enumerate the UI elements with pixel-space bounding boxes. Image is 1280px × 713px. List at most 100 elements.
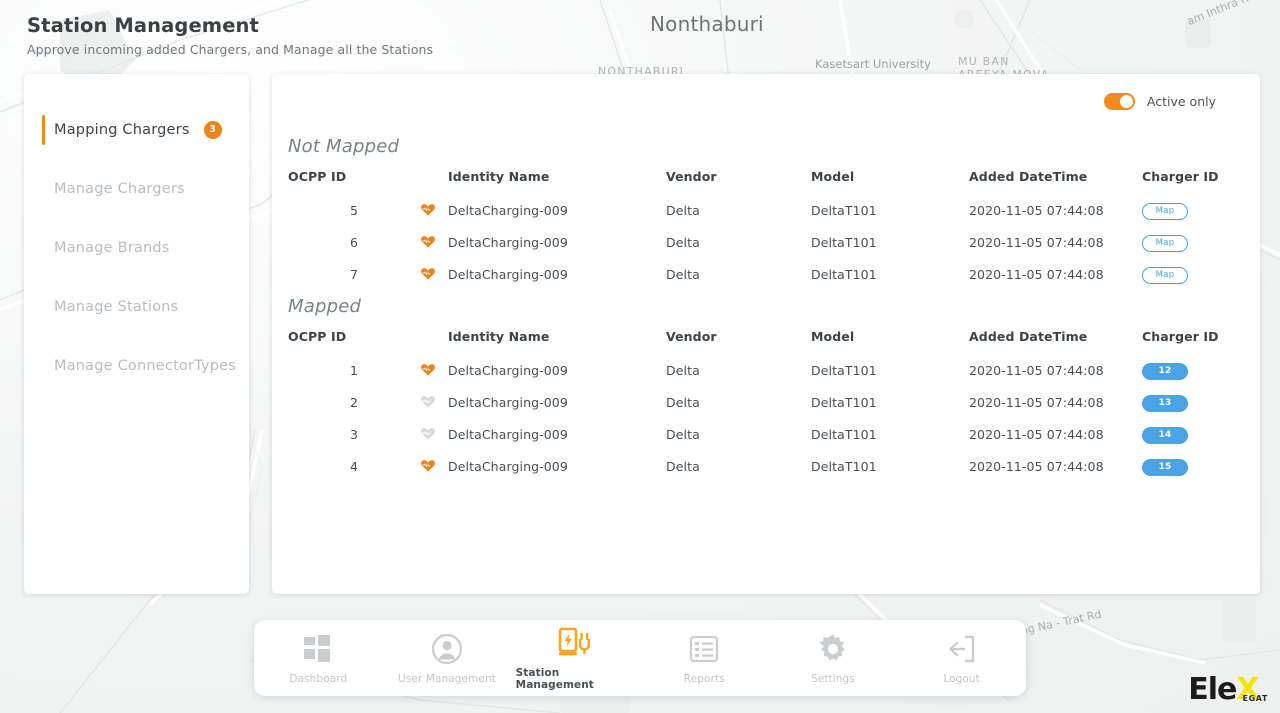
cell-identity-name: DeltaCharging-009 [448,419,666,451]
charger-id-badge[interactable]: 15 [1142,459,1188,476]
cell-ocpp-id: 4 [288,451,420,483]
brand-suffix: EGAT [1243,694,1268,703]
heartbeat-status-icon [420,419,448,451]
bottom-navigation: Dashboard User Management Station Manageme… [254,620,1026,696]
cell-added-datetime: 2020-11-05 07:44:08 [969,387,1142,419]
nav-station-management[interactable]: Station Management [516,622,636,694]
nav-label: Settings [811,673,855,685]
cell-charger-id: 12 [1142,355,1246,387]
nav-label: User Management [398,673,496,685]
map-button[interactable]: Map [1142,267,1188,284]
cell-identity-name: DeltaCharging-009 [448,195,666,227]
nav-label: Station Management [516,667,636,691]
section-not-mapped: Not Mapped OCPP IDIdentity NameVendorMode… [272,136,1260,291]
table-row: 4 DeltaCharging-009DeltaDeltaT1012020-11-… [288,451,1246,483]
dashboard-icon [303,632,333,666]
cell-vendor: Delta [666,259,811,291]
column-header-spacer [420,169,448,195]
table-row: 5 DeltaCharging-009DeltaDeltaT1012020-11-… [288,195,1246,227]
charger-id-badge[interactable]: 13 [1142,395,1188,412]
sidebar-active-indicator [42,115,45,145]
nav-user-management[interactable]: User Management [387,622,507,694]
table-row: 2DeltaCharging-009DeltaDeltaT1012020-11-… [288,387,1246,419]
nav-dashboard[interactable]: Dashboard [258,622,378,694]
map-button[interactable]: Map [1142,203,1188,220]
sidebar-item-manage-brands[interactable]: Manage Brands [24,218,249,277]
cell-charger-id: Map [1142,195,1246,227]
logout-icon [947,632,977,666]
cell-added-datetime: 2020-11-05 07:44:08 [969,419,1142,451]
heartbeat-status-icon [420,451,448,483]
charger-id-badge[interactable]: 12 [1142,363,1188,380]
heartbeat-status-icon [420,227,448,259]
cell-charger-id: Map [1142,259,1246,291]
cell-identity-name: DeltaCharging-009 [448,451,666,483]
page-header: Station Management Approve incoming adde… [27,14,433,57]
page-subtitle: Approve incoming added Chargers, and Man… [27,42,433,57]
page-title: Station Management [27,14,433,37]
sidebar-item-label: Manage Stations [54,299,178,315]
column-header: Added DateTime [969,329,1142,355]
list-icon [689,632,719,666]
cell-identity-name: DeltaCharging-009 [448,355,666,387]
cell-model: DeltaT101 [811,227,969,259]
sidebar-item-manage-stations[interactable]: Manage Stations [24,277,249,336]
column-header: Identity Name [448,329,666,355]
heartbeat-status-icon [420,387,448,419]
cell-model: DeltaT101 [811,259,969,291]
cell-added-datetime: 2020-11-05 07:44:08 [969,259,1142,291]
nav-label: Reports [684,673,725,685]
table-row: 1DeltaCharging-009DeltaDeltaT1012020-11-… [288,355,1246,387]
column-header: Vendor [666,169,811,195]
column-header: Vendor [666,329,811,355]
table-header-row: OCPP IDIdentity NameVendorModelAdded Dat… [288,329,1246,355]
sidebar-item-manage-connectortypes[interactable]: Manage ConnectorTypes [24,336,249,395]
cell-ocpp-id: 1 [288,355,420,387]
charger-table: OCPP IDIdentity NameVendorModelAdded Dat… [288,169,1246,291]
user-icon [431,632,463,666]
cell-vendor: Delta [666,195,811,227]
nav-reports[interactable]: Reports [644,622,764,694]
sidebar-item-label: Mapping Chargers [54,122,190,138]
brand-name-left: Ele [1188,672,1236,707]
cell-model: DeltaT101 [811,419,969,451]
cell-vendor: Delta [666,451,811,483]
content-card: Active only Not Mapped OCPP IDIdentity Na… [272,74,1260,594]
sidebar-item-label: Manage ConnectorTypes [54,358,236,374]
charger-table: OCPP IDIdentity NameVendorModelAdded Dat… [288,329,1246,483]
cell-model: DeltaT101 [811,451,969,483]
section-mapped: MappedOCPP IDIdentity NameVendorModelAdd… [272,296,1260,483]
section-title: Not Mapped [272,136,1260,157]
table-row: 6DeltaCharging-009DeltaDeltaT1012020-11-… [288,227,1246,259]
sidebar-item-badge: 3 [204,121,222,139]
charger-id-badge[interactable]: 14 [1142,427,1188,444]
active-only-label: Active only [1147,94,1216,109]
sidebar-item-manage-chargers[interactable]: Manage Chargers [24,159,249,218]
cell-charger-id: 15 [1142,451,1246,483]
map-button[interactable]: Map [1142,235,1188,252]
sidebar-item-label: Manage Chargers [54,181,185,197]
table-row: 7DeltaCharging-009DeltaDeltaT1012020-11-… [288,259,1246,291]
active-only-toggle-row[interactable]: Active only [1104,93,1216,110]
nav-settings[interactable]: Settings [773,622,893,694]
table-row: 3 DeltaCharging-009DeltaDeltaT1012020-11-… [288,419,1246,451]
cell-charger-id: Map [1142,227,1246,259]
cell-ocpp-id: 5 [288,195,420,227]
cell-added-datetime: 2020-11-05 07:44:08 [969,451,1142,483]
cell-vendor: Delta [666,419,811,451]
cell-model: DeltaT101 [811,195,969,227]
nav-label: Logout [943,673,980,685]
table-header-row: OCPP IDIdentity NameVendorModelAdded Dat… [288,169,1246,195]
active-only-switch[interactable] [1104,93,1135,110]
sidebar-item-mapping-chargers[interactable]: Mapping Chargers 3 [24,100,249,159]
nav-logout[interactable]: Logout [902,622,1022,694]
cell-ocpp-id: 3 [288,419,420,451]
cell-model: DeltaT101 [811,355,969,387]
cell-model: DeltaT101 [811,387,969,419]
switch-knob [1120,95,1133,108]
column-header: Charger ID [1142,169,1246,195]
cell-added-datetime: 2020-11-05 07:44:08 [969,195,1142,227]
cell-identity-name: DeltaCharging-009 [448,259,666,291]
heartbeat-status-icon [420,195,448,227]
cell-ocpp-id: 2 [288,387,420,419]
